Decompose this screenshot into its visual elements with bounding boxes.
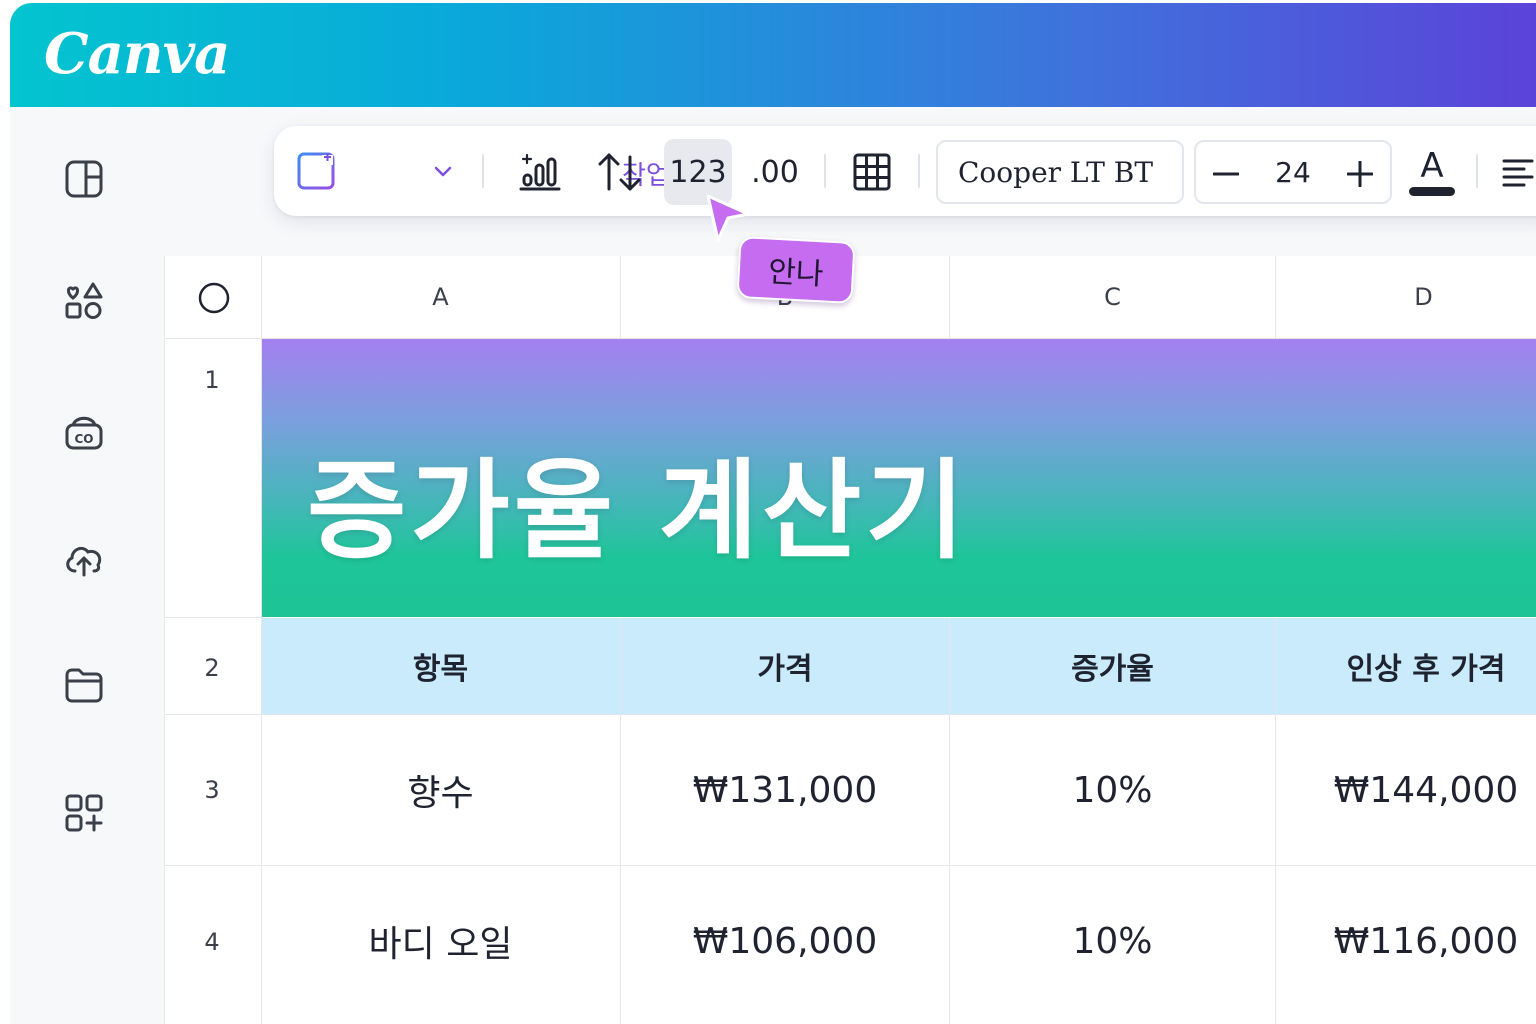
row-number-4[interactable]: 4: [164, 928, 260, 956]
grid-line: [949, 256, 950, 338]
chevron-down-icon[interactable]: [432, 162, 454, 182]
increase-size-button[interactable]: [1342, 156, 1378, 192]
design-layout-icon[interactable]: [62, 157, 106, 201]
folder-projects-icon[interactable]: [62, 663, 106, 707]
table-cell[interactable]: ₩144,000: [1276, 715, 1536, 865]
table-cell[interactable]: ₩131,000: [621, 715, 949, 865]
spreadsheet-grid: A B C D 증가율 계산기 1 2 3 4 항목 가격 증가율 인상 후 가…: [164, 256, 1536, 1024]
top-bar: Canva: [10, 3, 1536, 107]
text-color-button[interactable]: A: [1408, 144, 1456, 200]
grid-line: [164, 338, 1536, 339]
toolbar-divider: [482, 154, 484, 188]
sidebar: CO: [10, 107, 164, 1024]
table-cell[interactable]: 10%: [950, 715, 1275, 865]
font-size-stepper: 24: [1194, 140, 1392, 204]
elements-shapes-icon[interactable]: [62, 279, 106, 323]
title-cell[interactable]: 증가율 계산기: [261, 338, 1536, 617]
row-number-1[interactable]: 1: [164, 366, 260, 394]
toolbar-divider: [918, 154, 920, 188]
app-window: Canva CO 작업 123 .00 Cooper LT BT 24 A A …: [10, 3, 1536, 1024]
column-header-a[interactable]: A: [261, 256, 620, 338]
sort-arrows-icon[interactable]: [596, 150, 644, 194]
column-header-c[interactable]: C: [950, 256, 1275, 338]
svg-text:CO: CO: [74, 432, 93, 446]
decrease-size-button[interactable]: [1208, 156, 1244, 192]
borders-grid-icon[interactable]: [850, 151, 894, 193]
table-actions-icon[interactable]: [294, 149, 338, 193]
header-cell-price[interactable]: 가격: [621, 618, 949, 714]
table-cell[interactable]: 바디 오일: [261, 866, 620, 1016]
chart-insert-icon[interactable]: [518, 150, 562, 194]
grid-line: [1275, 256, 1276, 338]
table-cell[interactable]: 향수: [261, 715, 620, 865]
table-cell[interactable]: ₩116,000: [1276, 866, 1536, 1016]
cloud-upload-icon[interactable]: [62, 537, 106, 581]
font-family-select[interactable]: Cooper LT BT: [936, 140, 1184, 204]
grid-line: [164, 617, 261, 618]
header-cell-item[interactable]: 항목: [261, 618, 620, 714]
table-cell[interactable]: ₩106,000: [621, 866, 949, 1016]
column-header-d[interactable]: D: [1276, 256, 1536, 338]
toolbar-divider: [1476, 154, 1478, 188]
select-all-circle-icon[interactable]: [196, 280, 232, 316]
header-cell-rate[interactable]: 증가율: [950, 618, 1275, 714]
row-number-3[interactable]: 3: [164, 776, 260, 804]
apps-grid-icon[interactable]: [62, 791, 106, 835]
grid-line: [620, 256, 621, 338]
row-number-2[interactable]: 2: [164, 654, 260, 682]
table-cell[interactable]: 10%: [950, 866, 1275, 1016]
canva-logo[interactable]: Canva: [44, 21, 230, 87]
align-left-icon[interactable]: [1498, 154, 1536, 190]
collaborator-name-tag: 안나: [736, 236, 856, 304]
brand-kit-icon[interactable]: CO: [62, 409, 106, 453]
sheet-toolbar: 작업 123 .00 Cooper LT BT 24 A: [274, 126, 1536, 216]
text-color-swatch: [1409, 186, 1455, 196]
text-color-glyph: A: [1420, 145, 1444, 186]
sheet-title: 증가율 계산기: [307, 449, 969, 574]
font-size-input[interactable]: 24: [1258, 156, 1328, 189]
toolbar-divider: [824, 154, 826, 188]
header-cell-new-price[interactable]: 인상 후 가격: [1276, 618, 1536, 714]
